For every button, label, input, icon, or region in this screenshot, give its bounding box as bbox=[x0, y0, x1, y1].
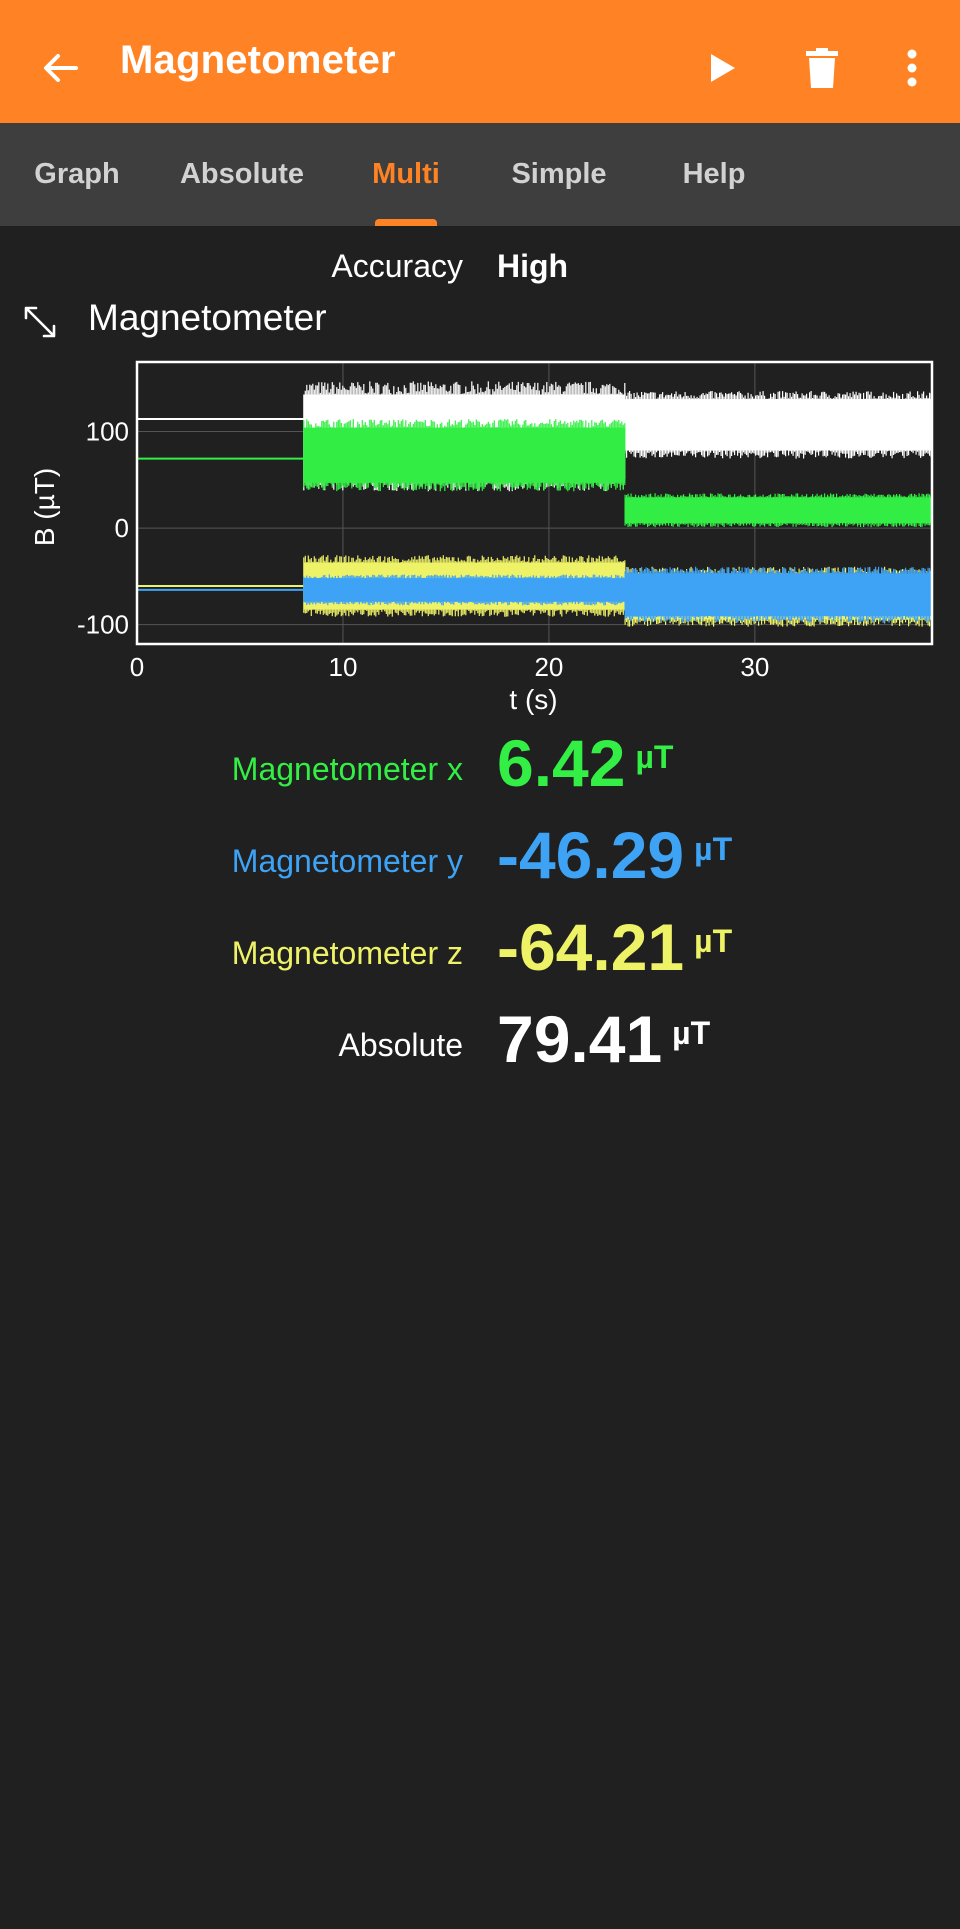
y-tick-label: 100 bbox=[86, 417, 129, 447]
tab-simple[interactable]: Simple bbox=[494, 123, 624, 226]
expand-graph-button[interactable] bbox=[22, 304, 58, 340]
x-tick-label: 30 bbox=[740, 652, 769, 682]
series-noise bbox=[303, 574, 626, 606]
reading-unit: µT bbox=[694, 831, 733, 867]
tab-help[interactable]: Help bbox=[666, 123, 762, 226]
reading-number: 6.42 bbox=[497, 726, 626, 800]
reading-z: Magnetometer z -64.21 µT bbox=[0, 909, 960, 1001]
reading-label: Absolute bbox=[338, 1027, 463, 1063]
reading-y: Magnetometer y -46.29 µT bbox=[0, 817, 960, 909]
x-tick-label: 20 bbox=[534, 652, 563, 682]
reading-number: 79.41 bbox=[497, 1002, 663, 1076]
trash-icon bbox=[806, 48, 838, 88]
y-tick-label: 0 bbox=[115, 513, 129, 543]
tab-bar: Graph Absolute Multi Simple Help bbox=[0, 123, 960, 226]
x-tick-label: 0 bbox=[130, 652, 144, 682]
reading-number: -64.21 bbox=[497, 910, 685, 984]
tab-label: Graph bbox=[34, 158, 120, 190]
magnetometer-chart[interactable]: 0 10 20 30-1000100 t (s) B (µT) bbox=[0, 352, 960, 722]
x-tick-label: 10 bbox=[328, 652, 357, 682]
reading-absolute: Absolute 79.41 µT bbox=[0, 1001, 960, 1093]
expand-icon bbox=[24, 306, 56, 338]
reading-label: Magnetometer x bbox=[231, 751, 463, 787]
play-button[interactable] bbox=[694, 40, 750, 96]
arrow-left-icon bbox=[44, 54, 78, 82]
play-icon bbox=[711, 54, 735, 82]
series-noise bbox=[624, 493, 932, 528]
accuracy-label: Accuracy bbox=[331, 248, 463, 284]
graph-title: Magnetometer bbox=[88, 297, 327, 338]
reading-number: -46.29 bbox=[497, 818, 685, 892]
accuracy-value: High bbox=[497, 248, 569, 284]
delete-button[interactable] bbox=[794, 40, 850, 96]
accuracy-row: Accuracy High bbox=[0, 248, 960, 292]
tab-multi[interactable]: Multi bbox=[350, 123, 462, 226]
tab-label: Simple bbox=[511, 158, 607, 190]
app-bar: Magnetometer bbox=[0, 0, 960, 123]
active-tab-indicator bbox=[375, 219, 437, 226]
chart-series bbox=[137, 381, 932, 627]
tab-label: Help bbox=[682, 158, 746, 190]
reading-unit: µT bbox=[694, 923, 733, 959]
tab-label: Multi bbox=[372, 158, 440, 190]
back-button[interactable] bbox=[32, 40, 88, 96]
series-noise bbox=[624, 391, 932, 459]
reading-x: Magnetometer x 6.42 µT bbox=[0, 725, 960, 817]
reading-unit: µT bbox=[635, 739, 674, 775]
x-axis-label: t (s) bbox=[509, 684, 557, 715]
reading-value: 6.42 µT bbox=[497, 725, 673, 801]
reading-value: -46.29 µT bbox=[497, 817, 732, 893]
reading-label: Magnetometer z bbox=[231, 935, 463, 971]
reading-value: -64.21 µT bbox=[497, 909, 732, 985]
more-vertical-icon bbox=[907, 49, 917, 87]
tab-graph[interactable]: Graph bbox=[14, 123, 140, 226]
tab-absolute[interactable]: Absolute bbox=[166, 123, 318, 226]
tab-label: Absolute bbox=[179, 158, 305, 190]
series-noise bbox=[624, 566, 932, 623]
y-tick-label: -100 bbox=[77, 610, 129, 640]
more-options-button[interactable] bbox=[884, 40, 940, 96]
series-noise bbox=[303, 419, 626, 492]
reading-label: Magnetometer y bbox=[231, 843, 463, 879]
reading-unit: µT bbox=[672, 1015, 711, 1051]
reading-value: 79.41 µT bbox=[497, 1001, 710, 1077]
graph-header: Magnetometer bbox=[0, 292, 960, 352]
y-axis-label: B (µT) bbox=[29, 468, 60, 546]
app-title: Magnetometer bbox=[120, 38, 396, 82]
